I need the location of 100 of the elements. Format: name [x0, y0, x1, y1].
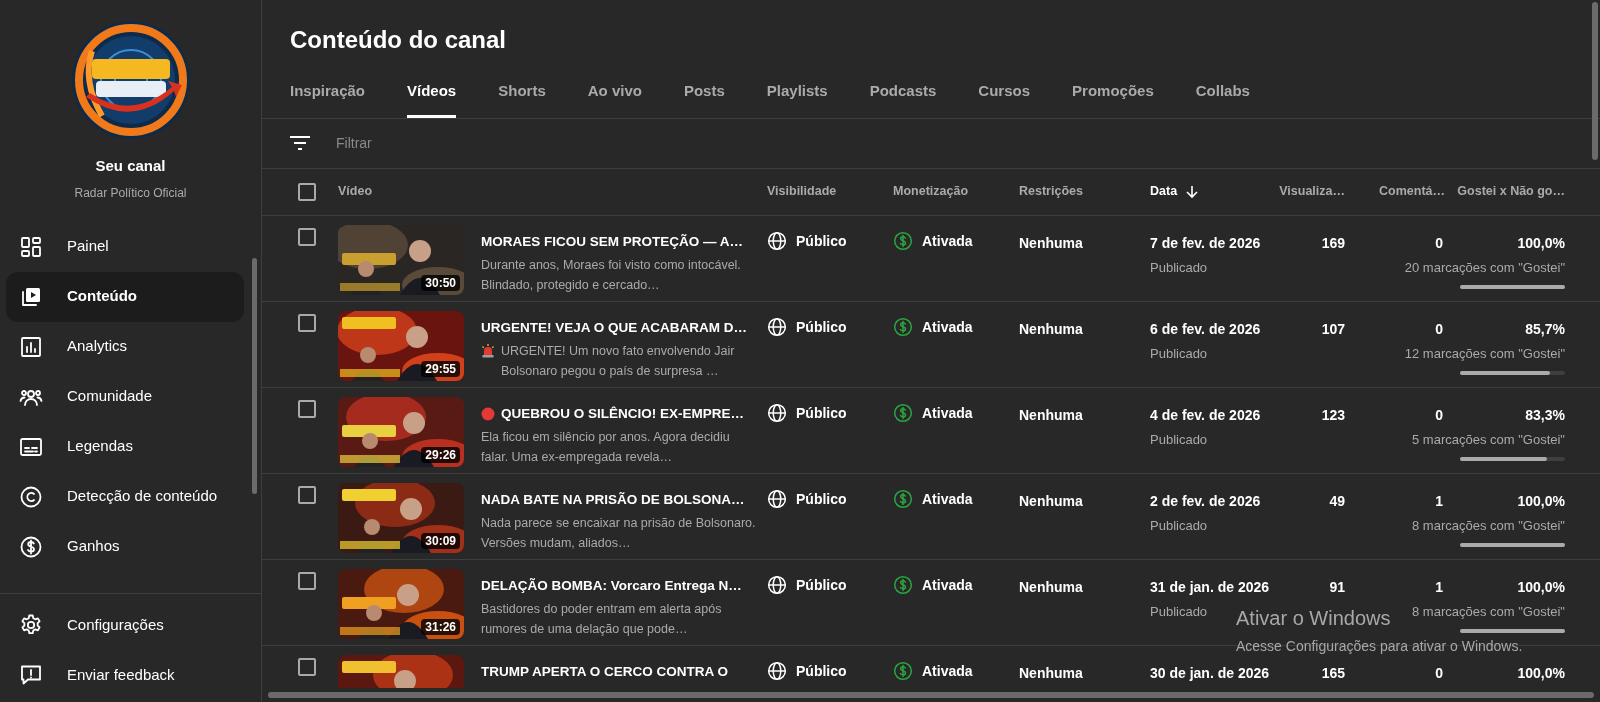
feedback-icon [19, 663, 43, 687]
visibility-status[interactable]: Público [796, 402, 847, 424]
visibility-status[interactable]: Público [796, 574, 847, 596]
tab[interactable]: Cursos [978, 80, 1031, 118]
publish-date: 2 de fev. de 2026 [1150, 491, 1262, 511]
restrictions-status: Nenhuma [1019, 578, 1083, 595]
nav-item[interactable]: Ganhos [6, 521, 244, 572]
video-title[interactable]: TRUMP APERTA O CERCO CONTRA O [481, 661, 728, 682]
checkbox[interactable] [298, 182, 316, 201]
tab[interactable]: Shorts [498, 80, 546, 118]
column-header[interactable]: Visualiza… [1279, 182, 1345, 201]
globe-icon [767, 574, 787, 595]
publish-status: Publicado [1150, 430, 1208, 449]
monetization-status[interactable]: Ativada [922, 230, 973, 252]
like-ratio: 100,0% [1517, 663, 1565, 683]
column-header[interactable]: Visibilidade [767, 182, 837, 201]
column-header[interactable]: Comentá… [1379, 182, 1445, 201]
monetization-status[interactable]: Ativada [922, 660, 973, 682]
column-header[interactable]: Data [1150, 182, 1178, 201]
comments-count: 0 [1435, 663, 1443, 683]
tab[interactable]: Inspiração [290, 80, 366, 118]
publish-status: Publicado [1150, 258, 1208, 277]
nav-item[interactable]: Legendas [6, 421, 244, 472]
checkbox[interactable] [298, 399, 316, 418]
checkbox[interactable] [298, 657, 316, 676]
checkbox[interactable] [298, 485, 316, 504]
dollar-icon [893, 230, 913, 251]
like-ratio: 85,7% [1525, 319, 1565, 339]
publish-status: Publicado [1150, 344, 1208, 363]
publish-status: Publicado [1150, 516, 1208, 535]
column-header[interactable]: Monetização [893, 182, 968, 201]
scrollbar[interactable] [1592, 2, 1598, 160]
visibility-status[interactable]: Público [796, 230, 847, 252]
checkbox[interactable] [298, 571, 316, 590]
globe-icon [767, 316, 787, 337]
video-title[interactable]: DELAÇÃO BOMBA: Vorcaro Entrega N… [481, 575, 742, 596]
publish-status: Publicado [1150, 602, 1208, 621]
visibility-status[interactable]: Público [796, 316, 847, 338]
video-description: Durante anos, Moraes foi visto como intocável. Blindado, protegido e cercado… [481, 256, 742, 294]
nav-item[interactable]: Enviar feedback [6, 650, 255, 700]
monetization-status[interactable]: Ativada [922, 316, 973, 338]
views-count: 49 [1329, 491, 1345, 511]
video-title[interactable]: MORAES FICOU SEM PROTEÇÃO — A… [481, 231, 743, 252]
publish-date: 6 de fev. de 2026 [1150, 319, 1262, 339]
restrictions-status: Nenhuma [1019, 664, 1083, 681]
like-ratio: 100,0% [1517, 577, 1565, 597]
views-count: 107 [1321, 319, 1345, 339]
column-header[interactable]: Restrições [1019, 182, 1083, 201]
dollar-icon [19, 534, 43, 559]
video-description: Ela ficou em silêncio por anos. Agora decidiu falar. Uma ex-empregada revela… [481, 428, 731, 466]
video-title[interactable]: NADA BATE NA PRISÃO DE BOLSONA… [481, 489, 745, 510]
copyright-icon [19, 484, 43, 509]
visibility-status[interactable]: Público [796, 660, 847, 682]
video-title[interactable]: QUEBROU O SILÊNCIO! EX-EMPRE… [501, 403, 745, 424]
checkbox[interactable] [298, 313, 316, 332]
views-count: 169 [1321, 233, 1345, 253]
visibility-status[interactable]: Público [796, 488, 847, 510]
nav-item[interactable]: Configurações [6, 600, 255, 650]
video-title[interactable]: URGENTE! VEJA O QUE ACABARAM D… [481, 317, 747, 338]
publish-date: 7 de fev. de 2026 [1150, 233, 1262, 253]
likes-count: 20 marcações com "Gostei" [1404, 258, 1565, 277]
views-count: 165 [1321, 663, 1345, 683]
tab[interactable]: Vídeos [407, 80, 457, 118]
dot-icon [481, 406, 495, 421]
monetization-status[interactable]: Ativada [922, 574, 973, 596]
nav-item[interactable]: Comunidade [6, 371, 244, 422]
nav-item[interactable]: Conteúdo [6, 271, 244, 322]
nav-item[interactable]: Painel [6, 221, 244, 272]
column-header[interactable]: Gostei x Não go… [1457, 182, 1565, 201]
monetization-status[interactable]: Ativada [922, 488, 973, 510]
page-title: Conteúdo do canal [290, 25, 507, 55]
publish-date: 4 de fev. de 2026 [1150, 405, 1262, 425]
dollar-icon [893, 488, 913, 509]
views-count: 123 [1321, 405, 1345, 425]
dollar-icon [893, 316, 913, 337]
settings-icon [19, 613, 43, 637]
likes-count: 8 marcações com "Gostei" [1412, 516, 1565, 535]
filter-field[interactable]: Filtrar [336, 132, 736, 154]
tab[interactable]: Posts [683, 80, 725, 118]
column-header[interactable]: Vídeo [338, 182, 373, 201]
tab[interactable]: Promoções [1072, 80, 1154, 118]
scrollbar[interactable] [252, 258, 257, 494]
tab[interactable]: Ao vivo [587, 80, 642, 118]
checkbox[interactable] [298, 227, 316, 246]
restrictions-status: Nenhuma [1019, 320, 1083, 337]
tab[interactable]: Collabs [1195, 80, 1250, 118]
like-ratio: 83,3% [1525, 405, 1565, 425]
monetization-status[interactable]: Ativada [922, 402, 973, 424]
scrollbar[interactable] [268, 692, 1594, 698]
nav-item[interactable]: Detecção de conteúdo [6, 471, 244, 522]
globe-icon [767, 402, 787, 423]
tab[interactable]: Playlists [766, 80, 828, 118]
restrictions-status: Nenhuma [1019, 492, 1083, 509]
globe-icon [767, 660, 787, 681]
likes-count: 12 marcações com "Gostei" [1404, 344, 1565, 363]
nav-item[interactable]: Analytics [6, 321, 244, 372]
sort-arrow-icon[interactable] [1185, 184, 1200, 199]
filter-icon[interactable] [290, 135, 310, 151]
tab[interactable]: Podcasts [869, 80, 937, 118]
video-description: Nada parece se encaixar na prisão de Bolsonaro. Versões mudam, aliados… [481, 514, 756, 552]
